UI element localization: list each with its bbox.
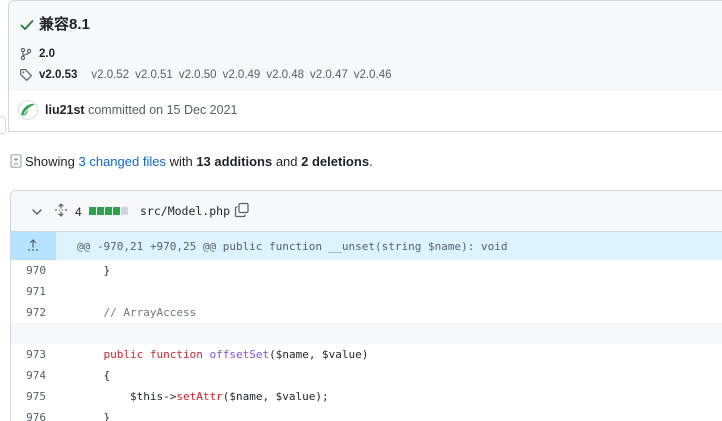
check-icon: [20, 20, 34, 30]
file-diff: 4 src/Model.php @@ -970,21 +970,25 @@ pu…: [10, 190, 722, 421]
code-line: 971: [11, 281, 722, 302]
code-line: 975 $this->setAttr($name, $value);: [11, 386, 722, 407]
tag-link[interactable]: v2.0.48: [266, 69, 304, 81]
hunk-header-text: @@ -970,21 +970,25 @@ public function __…: [77, 240, 508, 253]
author-line: liu21st committed on 15 Dec 2021: [45, 103, 237, 117]
hidden-lines-spacer: [11, 323, 722, 344]
code-function-name: offsetSet: [209, 348, 270, 361]
summary-showing: Showing: [25, 153, 75, 169]
code-params: ($name, $value): [269, 348, 369, 361]
branch-link[interactable]: 2.0: [39, 48, 55, 60]
code-line: 970 }: [11, 260, 722, 281]
tag-row: v2.0.53 v2.0.52 v2.0.51 v2.0.50 v2.0.49 …: [19, 66, 392, 84]
git-branch-icon: [20, 47, 32, 61]
file-path-link[interactable]: src/Model.php: [140, 204, 230, 218]
copy-icon[interactable]: [234, 202, 250, 218]
line-number[interactable]: 974: [11, 365, 56, 386]
code-line: 972 // ArrayAccess: [11, 302, 722, 323]
diffstat-block: [105, 207, 112, 215]
summary-end: .: [369, 153, 373, 169]
commit-title: 兼容8.1: [39, 16, 90, 33]
code-this: $this->: [77, 390, 177, 403]
code-line: 973 public function offsetSet($name, $va…: [11, 344, 722, 365]
unfold-icon[interactable]: [54, 203, 68, 217]
chevron-down-icon[interactable]: [31, 206, 43, 218]
code-args: ($name, $value);: [222, 390, 329, 403]
committed-date: committed on 15 Dec 2021: [88, 103, 238, 117]
diffstat-block: [89, 207, 96, 215]
line-number[interactable]: 972: [11, 302, 56, 323]
tag-link[interactable]: v2.0.47: [310, 69, 348, 81]
line-number[interactable]: 970: [11, 260, 56, 281]
code-text: }: [77, 411, 111, 421]
tag-icon: [20, 69, 32, 81]
avatar[interactable]: [18, 100, 38, 120]
commit-header: 兼容8.1 2.0 v2.0.53 v2.0.52 v2.0.51 v2.0.5…: [8, 0, 722, 92]
line-number[interactable]: 976: [11, 407, 56, 421]
code-comment: // ArrayAccess: [77, 306, 197, 319]
code-text: {: [77, 369, 111, 382]
additions-count: 13 additions: [196, 153, 273, 169]
changed-files-link[interactable]: 3 changed files: [79, 154, 166, 169]
tag-link[interactable]: v2.0.49: [223, 69, 261, 81]
diff-summary: Showing 3 changed files with 13 addition…: [10, 152, 373, 170]
diffstat-block: [121, 207, 128, 215]
code-method-call: setAttr: [176, 390, 223, 403]
tag-link[interactable]: v2.0.52: [91, 69, 129, 81]
diffstat-block: [113, 207, 120, 215]
hunk-header: @@ -970,21 +970,25 @@ public function __…: [11, 232, 722, 260]
line-number[interactable]: 971: [11, 281, 56, 302]
code-line: 976 }: [11, 407, 722, 421]
line-number[interactable]: 973: [11, 344, 56, 365]
summary-with: with: [169, 153, 193, 169]
hunk-expand-button[interactable]: [11, 232, 56, 260]
code-text: public function offsetSet($name, $value): [77, 348, 369, 361]
summary-and: and: [275, 153, 298, 169]
tag-link[interactable]: v2.0.46: [354, 69, 392, 81]
diffstat-block: [97, 207, 104, 215]
author-link[interactable]: liu21st: [45, 103, 85, 117]
branch-row: 2.0: [19, 45, 55, 63]
sidebar-edge[interactable]: [0, 116, 6, 134]
code-text: $this->setAttr($name, $value);: [77, 390, 329, 403]
file-diff-icon: [10, 154, 22, 168]
code-keyword: public function: [103, 348, 210, 361]
expand-up-icon[interactable]: [26, 238, 40, 252]
tag-list: v2.0.52 v2.0.51 v2.0.50 v2.0.49 v2.0.48 …: [85, 69, 391, 81]
tag-link[interactable]: v2.0.51: [135, 69, 173, 81]
file-header: 4 src/Model.php: [11, 191, 722, 232]
code-line: 974 {: [11, 365, 722, 386]
line-number[interactable]: 975: [11, 386, 56, 407]
change-count: 4: [75, 205, 82, 219]
code-text: }: [77, 264, 111, 277]
tag-link[interactable]: v2.0.50: [179, 69, 217, 81]
diffstat: [89, 207, 129, 215]
deletions-count: 2 deletions: [301, 153, 370, 169]
current-tag-link[interactable]: v2.0.53: [39, 69, 77, 81]
commit-author-bar: liu21st committed on 15 Dec 2021: [8, 91, 722, 132]
